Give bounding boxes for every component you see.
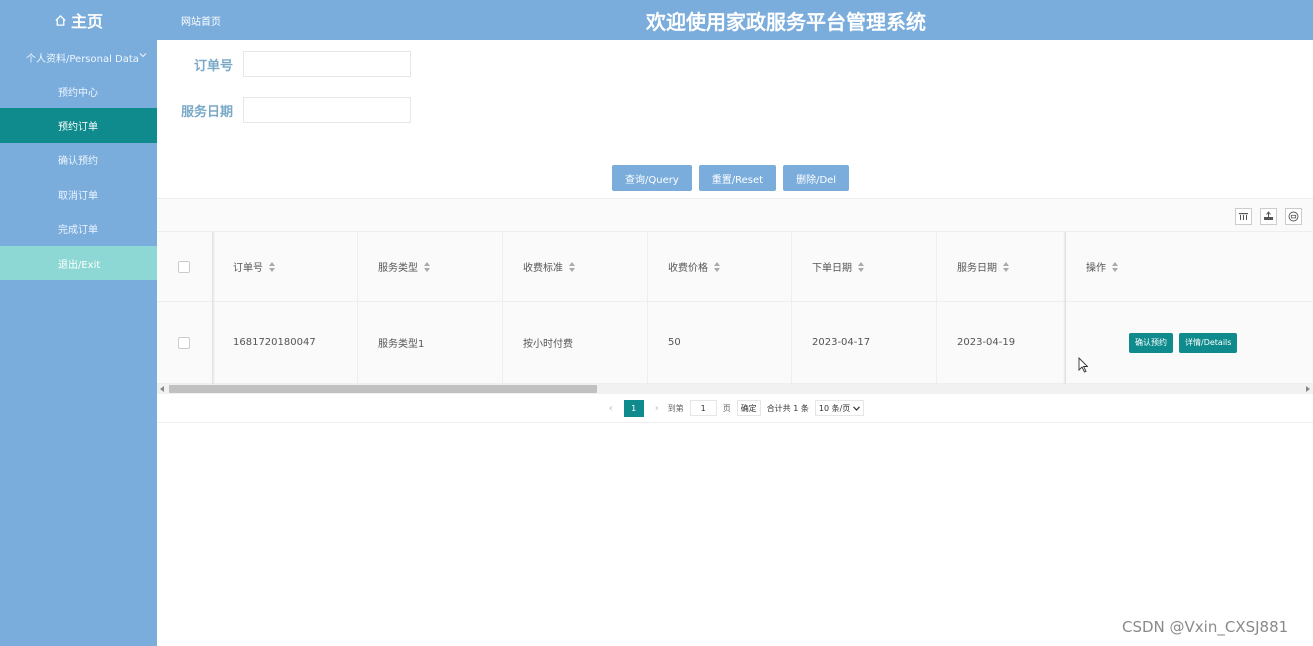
columns-icon bbox=[1239, 213, 1248, 220]
query-button[interactable]: 查询/Query bbox=[612, 165, 692, 191]
sidebar-item-cancel-order[interactable]: 取消订单 bbox=[0, 177, 157, 211]
print-icon[interactable] bbox=[1285, 208, 1302, 225]
home-logo[interactable]: 主页 bbox=[0, 0, 157, 40]
confirm-booking-button[interactable]: 确认预约 bbox=[1129, 332, 1173, 353]
service-date-input[interactable] bbox=[243, 97, 411, 123]
sidebar-item-label: 取消订单 bbox=[58, 190, 98, 202]
goto-page-input[interactable]: 1 bbox=[689, 400, 717, 416]
sidebar-item-label: 完成订单 bbox=[58, 225, 98, 237]
col-label: 订单号 bbox=[233, 263, 263, 274]
sidebar-item-label: 预约中心 bbox=[58, 87, 98, 99]
col-header-price[interactable]: 收费价格 bbox=[648, 232, 792, 301]
next-page-icon[interactable]: › bbox=[652, 403, 662, 414]
sidebar-item-exit[interactable]: 退出/Exit bbox=[0, 245, 157, 281]
col-label: 服务日期 bbox=[957, 263, 997, 274]
fixed-column-shadow-left bbox=[212, 232, 215, 384]
sidebar-item-complete-order[interactable]: 完成订单 bbox=[0, 212, 157, 246]
table-toolbar bbox=[157, 198, 1313, 232]
cell-service-date: 2023-04-19 bbox=[957, 337, 1016, 348]
row-select-cell bbox=[157, 302, 212, 383]
sort-icon[interactable] bbox=[1003, 261, 1009, 272]
order-no-label: 订单号 bbox=[193, 58, 233, 74]
col-header-order-date[interactable]: 下单日期 bbox=[792, 232, 937, 301]
table-header: 订单号 服务类型 收费标准 收费价格 下单日期 服务日期 操作 bbox=[157, 232, 1313, 302]
horizontal-scrollbar[interactable] bbox=[157, 384, 1313, 394]
col-header-fee-standard[interactable]: 收费标准 bbox=[503, 232, 648, 301]
col-label: 服务类型 bbox=[378, 263, 418, 274]
goto-confirm-button[interactable]: 确定 bbox=[736, 400, 761, 416]
page-number-current[interactable]: 1 bbox=[623, 399, 644, 417]
pagination: ‹ 1 › 到第 1 页 确定 合计共 1 条 10 条/页 bbox=[157, 394, 1313, 423]
cell-actions: 确认预约 详情/Details bbox=[1066, 302, 1313, 383]
printer-icon bbox=[1288, 211, 1299, 222]
order-no-input[interactable] bbox=[243, 51, 411, 77]
page-unit-label: 页 bbox=[722, 403, 731, 413]
sort-icon[interactable] bbox=[1112, 261, 1118, 272]
export-glyph-icon bbox=[1264, 211, 1273, 220]
delete-button[interactable]: 删除/Del bbox=[783, 165, 850, 191]
sidebar-group-personal-data[interactable]: 个人资料/Personal Data bbox=[0, 40, 157, 74]
search-actions: 查询/Query 重置/Reset 删除/Del bbox=[612, 165, 850, 191]
sort-icon[interactable] bbox=[424, 261, 430, 272]
fixed-column-shadow-right bbox=[1063, 232, 1066, 384]
sort-icon[interactable] bbox=[858, 261, 864, 272]
sidebar-item-booking-orders[interactable]: 预约订单 bbox=[0, 108, 157, 143]
page-size-select[interactable]: 10 条/页 bbox=[814, 400, 865, 416]
page-size-value: 10 条/页 bbox=[818, 403, 851, 413]
scroll-left-arrow-icon[interactable] bbox=[160, 386, 164, 392]
col-header-service-date[interactable]: 服务日期 bbox=[937, 232, 1065, 301]
sort-icon[interactable] bbox=[569, 261, 575, 272]
site-home-link[interactable]: 网站首页 bbox=[181, 13, 221, 28]
chevron-down-icon bbox=[139, 53, 147, 58]
cell-order-date: 2023-04-17 bbox=[792, 302, 937, 383]
sidebar: 个人资料/Personal Data 预约中心 预约订单 确认预约 取消订单 完… bbox=[0, 40, 157, 646]
home-label: 主页 bbox=[70, 12, 103, 31]
goto-label: 到第 bbox=[667, 403, 684, 413]
chevron-down-icon bbox=[853, 405, 861, 411]
col-label: 下单日期 bbox=[812, 263, 852, 274]
service-date-label: 服务日期 bbox=[180, 104, 233, 120]
sidebar-item-confirm-booking[interactable]: 确认预约 bbox=[0, 143, 157, 177]
mouse-cursor-icon bbox=[1078, 357, 1088, 373]
system-title: 欢迎使用家政服务平台管理系统 bbox=[646, 10, 926, 34]
main-content: 订单号 服务日期 查询/Query 重置/Reset 删除/Del 订单号 服务… bbox=[157, 40, 1313, 646]
watermark: CSDN @Vxin_CXSJ881 bbox=[1122, 618, 1289, 636]
sidebar-item-booking-center[interactable]: 预约中心 bbox=[0, 74, 157, 108]
sidebar-item-label: 预约订单 bbox=[58, 122, 98, 134]
prev-page-icon[interactable]: ‹ bbox=[606, 403, 616, 414]
total-count: 合计共 1 条 bbox=[766, 403, 809, 413]
col-header-order-no[interactable]: 订单号 bbox=[213, 232, 358, 301]
cell-order-no: 1681720180047 bbox=[213, 302, 358, 383]
sort-icon[interactable] bbox=[269, 261, 275, 272]
top-header: 主页 网站首页 欢迎使用家政服务平台管理系统 bbox=[0, 0, 1313, 40]
sidebar-item-label: 确认预约 bbox=[58, 156, 98, 168]
service-date-row: 服务日期 bbox=[157, 97, 411, 123]
columns-filter-icon[interactable] bbox=[1235, 208, 1252, 225]
table-row: 1681720180047 服务类型1 按小时付费 50 2023-04-17 … bbox=[157, 302, 1313, 384]
cell-price: 50 bbox=[648, 302, 792, 383]
cell-service-type: 服务类型1 bbox=[358, 302, 503, 383]
sidebar-group-label: 个人资料/Personal Data bbox=[26, 53, 139, 65]
col-label: 操作 bbox=[1086, 263, 1106, 274]
details-button[interactable]: 详情/Details bbox=[1179, 332, 1238, 353]
sort-icon[interactable] bbox=[714, 261, 720, 272]
export-icon[interactable] bbox=[1260, 208, 1277, 225]
select-all-cell bbox=[157, 232, 212, 301]
col-header-service-type[interactable]: 服务类型 bbox=[358, 232, 503, 301]
home-icon bbox=[55, 14, 66, 26]
col-header-actions[interactable]: 操作 bbox=[1066, 232, 1313, 301]
col-label: 收费标准 bbox=[523, 263, 563, 274]
sidebar-item-label: 退出/Exit bbox=[58, 259, 101, 271]
select-all-checkbox[interactable] bbox=[178, 260, 190, 273]
row-checkbox[interactable] bbox=[178, 336, 190, 349]
cell-fee-standard: 按小时付费 bbox=[503, 302, 648, 383]
order-no-row: 订单号 bbox=[157, 51, 411, 77]
col-label: 收费价格 bbox=[668, 263, 708, 274]
scroll-right-arrow-icon[interactable] bbox=[1306, 386, 1310, 392]
reset-button[interactable]: 重置/Reset bbox=[698, 165, 777, 191]
scrollbar-thumb[interactable] bbox=[169, 385, 597, 393]
